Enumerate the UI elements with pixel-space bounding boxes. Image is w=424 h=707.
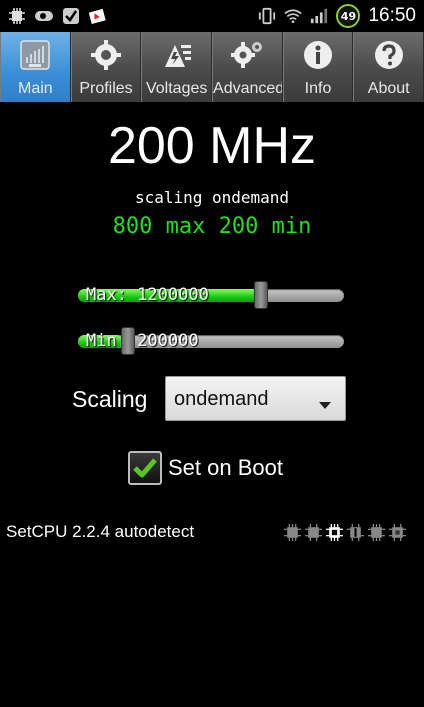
min-slider-label: Min: 200000	[86, 331, 199, 351]
cpu-icon	[326, 524, 343, 541]
tab-about[interactable]: About	[353, 32, 424, 102]
wifi-icon	[284, 7, 303, 25]
cpu-icon	[284, 524, 301, 541]
voltage-icon	[160, 38, 194, 72]
max-frequency-slider[interactable]: Max: 1200000	[78, 281, 346, 311]
cpu-core-icons	[284, 524, 406, 541]
tab-voltages[interactable]: Voltages	[141, 32, 213, 102]
toggle-status-icon	[35, 7, 53, 25]
set-on-boot-label: Set on Boot	[168, 455, 283, 480]
tab-profiles-label: Profiles	[79, 80, 133, 97]
battery-indicator: 49	[336, 4, 361, 28]
info-icon	[301, 38, 335, 72]
app-version-text: SetCPU 2.2.4 autodetect	[6, 522, 195, 541]
tab-info[interactable]: Info	[282, 32, 354, 102]
tab-advanced[interactable]: Advanced	[212, 32, 283, 102]
tab-about-label: About	[367, 80, 410, 97]
slider-thumb[interactable]	[254, 281, 268, 309]
clock: 16:50	[368, 5, 416, 26]
min-frequency-slider[interactable]: Min: 200000	[78, 327, 346, 357]
checkmark-status-icon	[62, 7, 80, 25]
gear-icon	[89, 38, 123, 72]
cpu-icon	[347, 524, 364, 541]
tab-voltages-label: Voltages	[145, 80, 208, 97]
set-on-boot-checkbox[interactable]: Set on Boot	[128, 449, 283, 487]
tab-main[interactable]: Main	[0, 32, 71, 102]
frequency-range: 800 max 200 min	[112, 214, 312, 239]
chip-icon	[18, 38, 52, 72]
tab-bar: Main Profiles Voltages Advanced Info Abo…	[0, 32, 424, 102]
slider-thumb[interactable]	[121, 327, 135, 355]
tab-info-label: Info	[304, 80, 332, 97]
help-icon	[372, 38, 406, 72]
cpu-icon	[368, 524, 385, 541]
vibrate-icon	[258, 7, 276, 25]
checkbox-box[interactable]	[128, 451, 162, 485]
status-bar: 49 16:50	[0, 0, 424, 32]
cpu-icon	[389, 524, 406, 541]
advanced-gear-icon	[230, 38, 264, 72]
scaling-label: Scaling	[72, 386, 148, 412]
tab-main-label: Main	[17, 80, 53, 97]
checkmark-icon	[133, 458, 157, 478]
tab-profiles[interactable]: Profiles	[70, 32, 142, 102]
caret-down-icon	[319, 395, 331, 414]
photo-status-icon	[89, 7, 107, 25]
cpu-status-icon	[8, 7, 26, 25]
scaling-dropdown[interactable]: ondemand	[165, 376, 346, 421]
signal-icon	[310, 7, 328, 25]
max-slider-label: Max: 1200000	[86, 285, 209, 305]
cpu-icon	[305, 524, 322, 541]
scaling-selected-value: ondemand	[174, 388, 269, 410]
governor-status: scaling ondemand	[134, 188, 290, 207]
current-frequency: 200 MHz	[107, 117, 317, 175]
tab-advanced-label: Advanced	[213, 80, 282, 97]
